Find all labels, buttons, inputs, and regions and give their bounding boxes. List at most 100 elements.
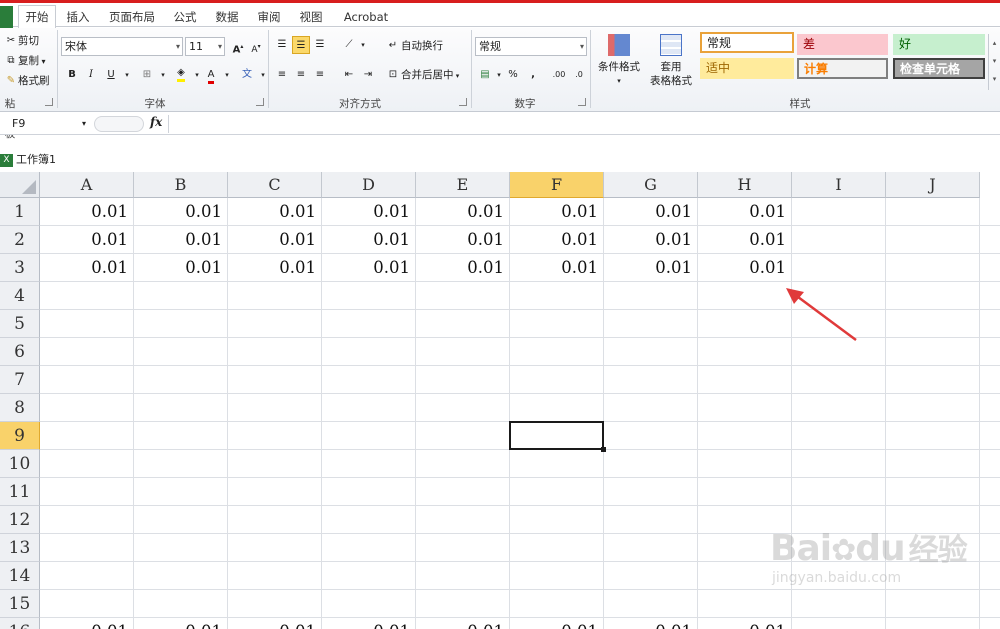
font-size-combo[interactable]: 11 ▾ (185, 37, 225, 56)
row-header-6[interactable]: 6 (0, 338, 40, 366)
clipboard-dialog-launcher[interactable] (45, 98, 53, 106)
chevron-down-icon[interactable]: ▾ (254, 66, 272, 84)
file-menu-button[interactable] (0, 6, 13, 28)
column-header-c[interactable]: C (228, 172, 322, 198)
wrap-text-button[interactable]: ↵ 自动换行 (385, 37, 443, 55)
tab-formulas[interactable]: 公式 (168, 6, 202, 28)
align-middle-icon[interactable]: ☰ (292, 36, 310, 54)
cell-f2[interactable]: 0.01 (510, 226, 604, 254)
row-header-10[interactable]: 10 (0, 450, 40, 478)
cell-f3[interactable]: 0.01 (510, 254, 604, 282)
column-header-e[interactable]: E (416, 172, 510, 198)
percent-button[interactable]: % (504, 66, 522, 84)
tab-view[interactable]: 视图 (294, 6, 328, 28)
cell-e2[interactable]: 0.01 (416, 226, 510, 254)
italic-button[interactable]: I (82, 66, 100, 84)
tab-data[interactable]: 数据 (210, 6, 244, 28)
decrease-decimal-icon[interactable]: .0 (570, 66, 588, 84)
active-cell-selection[interactable] (509, 421, 604, 450)
cell-h16[interactable]: 0.01 (698, 618, 792, 629)
column-header-b[interactable]: B (134, 172, 228, 198)
column-header-d[interactable]: D (322, 172, 416, 198)
row-header-9[interactable]: 9 (0, 422, 40, 450)
gallery-scroll[interactable]: ▴ ▾ ▾ (988, 34, 1000, 90)
grow-font-button[interactable]: A▴ (229, 38, 247, 56)
chevron-down-icon[interactable]: ▾ (118, 66, 136, 84)
merge-center-button[interactable]: ⊡ 合并后居中 ▾ (385, 66, 459, 84)
row-header-16[interactable]: 16 (0, 618, 40, 629)
increase-indent-icon[interactable]: ⇥ (359, 66, 377, 84)
column-header-g[interactable]: G (604, 172, 698, 198)
cell-style-3[interactable]: 好 (893, 34, 985, 55)
cell-a3[interactable]: 0.01 (40, 254, 134, 282)
row-header-12[interactable]: 12 (0, 506, 40, 534)
cell-g16[interactable]: 0.01 (604, 618, 698, 629)
row-header-7[interactable]: 7 (0, 366, 40, 394)
shrink-font-button[interactable]: A▾ (247, 38, 265, 56)
cell-e16[interactable]: 0.01 (416, 618, 510, 629)
cell-a1[interactable]: 0.01 (40, 198, 134, 226)
cell-style-6[interactable]: 检查单元格 (893, 58, 985, 79)
cell-g2[interactable]: 0.01 (604, 226, 698, 254)
column-header-h[interactable]: H (698, 172, 792, 198)
comma-button[interactable]: , (524, 66, 542, 84)
cell-c16[interactable]: 0.01 (228, 618, 322, 629)
row-header-5[interactable]: 5 (0, 310, 40, 338)
align-left-icon[interactable]: ≡ (273, 66, 291, 84)
cell-h3[interactable]: 0.01 (698, 254, 792, 282)
column-header-j[interactable]: J (886, 172, 980, 198)
cell-style-1[interactable]: 常规 (700, 32, 794, 53)
select-all-button[interactable] (0, 172, 40, 198)
column-header-i[interactable]: I (792, 172, 886, 198)
conditional-format-button[interactable]: 条件格式 ▾ (594, 34, 644, 88)
copy-button[interactable]: ⧉ 复制 ▾ (4, 52, 45, 70)
cell-g3[interactable]: 0.01 (604, 254, 698, 282)
insert-function-button[interactable]: fx (150, 115, 162, 129)
cell-d1[interactable]: 0.01 (322, 198, 416, 226)
cell-h1[interactable]: 0.01 (698, 198, 792, 226)
cell-f16[interactable]: 0.01 (510, 618, 604, 629)
cell-f1[interactable]: 0.01 (510, 198, 604, 226)
font-name-combo[interactable]: 宋体 ▾ (61, 37, 183, 56)
cell-g1[interactable]: 0.01 (604, 198, 698, 226)
tab-review[interactable]: 审阅 (252, 6, 286, 28)
cut-button[interactable]: ✂ 剪切 (4, 32, 39, 50)
cell-b2[interactable]: 0.01 (134, 226, 228, 254)
cell-e1[interactable]: 0.01 (416, 198, 510, 226)
tab-page-layout[interactable]: 页面布局 (104, 6, 160, 28)
cell-d2[interactable]: 0.01 (322, 226, 416, 254)
bold-button[interactable]: B (63, 66, 81, 84)
row-header-1[interactable]: 1 (0, 198, 40, 226)
column-header-a[interactable]: A (40, 172, 134, 198)
align-right-icon[interactable]: ≡ (311, 66, 329, 84)
tab-insert[interactable]: 插入 (62, 6, 94, 28)
name-box[interactable]: F9 (4, 115, 92, 133)
cell-b1[interactable]: 0.01 (134, 198, 228, 226)
row-header-4[interactable]: 4 (0, 282, 40, 310)
row-header-13[interactable]: 13 (0, 534, 40, 562)
align-bottom-icon[interactable]: ☰ (311, 36, 329, 54)
fill-handle[interactable] (601, 447, 606, 452)
row-header-11[interactable]: 11 (0, 478, 40, 506)
chevron-down-icon[interactable]: ▾ (354, 36, 372, 54)
format-painter-button[interactable]: ✎ 格式刷 (4, 72, 50, 90)
cell-c3[interactable]: 0.01 (228, 254, 322, 282)
tab-home[interactable]: 开始 (18, 5, 56, 30)
decrease-indent-icon[interactable]: ⇤ (340, 66, 358, 84)
cell-a2[interactable]: 0.01 (40, 226, 134, 254)
chevron-down-icon[interactable]: ▾ (218, 66, 236, 84)
formula-input[interactable] (168, 115, 998, 133)
cell-c1[interactable]: 0.01 (228, 198, 322, 226)
number-format-combo[interactable]: 常规 ▾ (475, 37, 587, 56)
increase-decimal-icon[interactable]: .00 (550, 66, 568, 84)
cell-e3[interactable]: 0.01 (416, 254, 510, 282)
row-header-8[interactable]: 8 (0, 394, 40, 422)
row-header-14[interactable]: 14 (0, 562, 40, 590)
format-as-table-button[interactable]: 套用 表格格式 (644, 34, 698, 88)
cell-d3[interactable]: 0.01 (322, 254, 416, 282)
cell-h2[interactable]: 0.01 (698, 226, 792, 254)
row-header-15[interactable]: 15 (0, 590, 40, 618)
cell-style-5[interactable]: 计算 (797, 58, 888, 79)
chevron-down-icon[interactable]: ▾ (82, 115, 86, 133)
cell-a16[interactable]: 0.01 (40, 618, 134, 629)
